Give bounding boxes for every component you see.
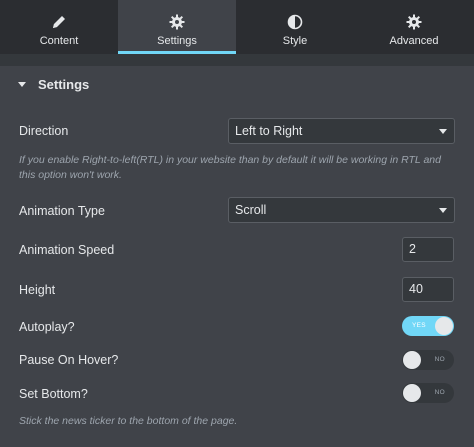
chevron-down-icon <box>439 129 447 134</box>
height-label: Height <box>19 283 56 297</box>
set-bottom-toggle[interactable]: NO <box>402 383 454 403</box>
autoplay-toggle[interactable]: YES <box>402 316 454 336</box>
settings-section-header[interactable]: Settings <box>0 66 474 102</box>
direction-label: Direction <box>19 124 69 138</box>
animation-type-value: Scroll <box>235 203 267 217</box>
animation-speed-label: Animation Speed <box>19 243 115 257</box>
autoplay-state: YES <box>412 322 426 329</box>
set-bottom-state: NO <box>434 389 445 396</box>
direction-value: Left to Right <box>235 124 303 138</box>
gear-icon <box>169 14 185 30</box>
tab-style-label: Style <box>282 35 308 47</box>
chevron-down-icon <box>439 208 447 213</box>
tab-content-label: Content <box>39 35 79 47</box>
set-bottom-label: Set Bottom? <box>19 387 88 401</box>
direction-hint: If you enable Right-to-left(RTL) in your… <box>19 154 441 181</box>
pencil-icon <box>53 16 65 28</box>
tabs-divider <box>0 54 474 66</box>
pause-on-hover-state: NO <box>434 356 445 363</box>
tab-settings-label: Settings <box>157 35 197 47</box>
gear-icon <box>406 14 422 30</box>
caret-down-icon <box>18 81 26 87</box>
tab-style[interactable]: Style <box>236 0 354 54</box>
animation-type-label: Animation Type <box>19 204 105 218</box>
tab-advanced[interactable]: Advanced <box>354 0 474 54</box>
animation-speed-input[interactable]: 2 <box>402 237 454 262</box>
toggle-knob <box>403 351 421 369</box>
editor-tabs: Content Settings Style Advanced <box>0 0 474 54</box>
toggle-knob <box>435 317 453 335</box>
direction-select[interactable]: Left to Right <box>228 118 455 144</box>
pause-on-hover-label: Pause On Hover? <box>19 353 119 367</box>
tab-content[interactable]: Content <box>0 0 118 54</box>
toggle-knob <box>403 384 421 402</box>
animation-type-select[interactable]: Scroll <box>228 197 455 223</box>
tab-settings[interactable]: Settings <box>118 0 236 54</box>
tab-advanced-label: Advanced <box>389 35 439 47</box>
height-input[interactable]: 40 <box>402 277 454 302</box>
half-circle-icon <box>287 14 303 30</box>
section-title: Settings <box>38 76 90 92</box>
pause-on-hover-toggle[interactable]: NO <box>402 350 454 370</box>
autoplay-label: Autoplay? <box>19 320 75 334</box>
set-bottom-hint: Stick the news ticker to the bottom of t… <box>19 415 238 427</box>
